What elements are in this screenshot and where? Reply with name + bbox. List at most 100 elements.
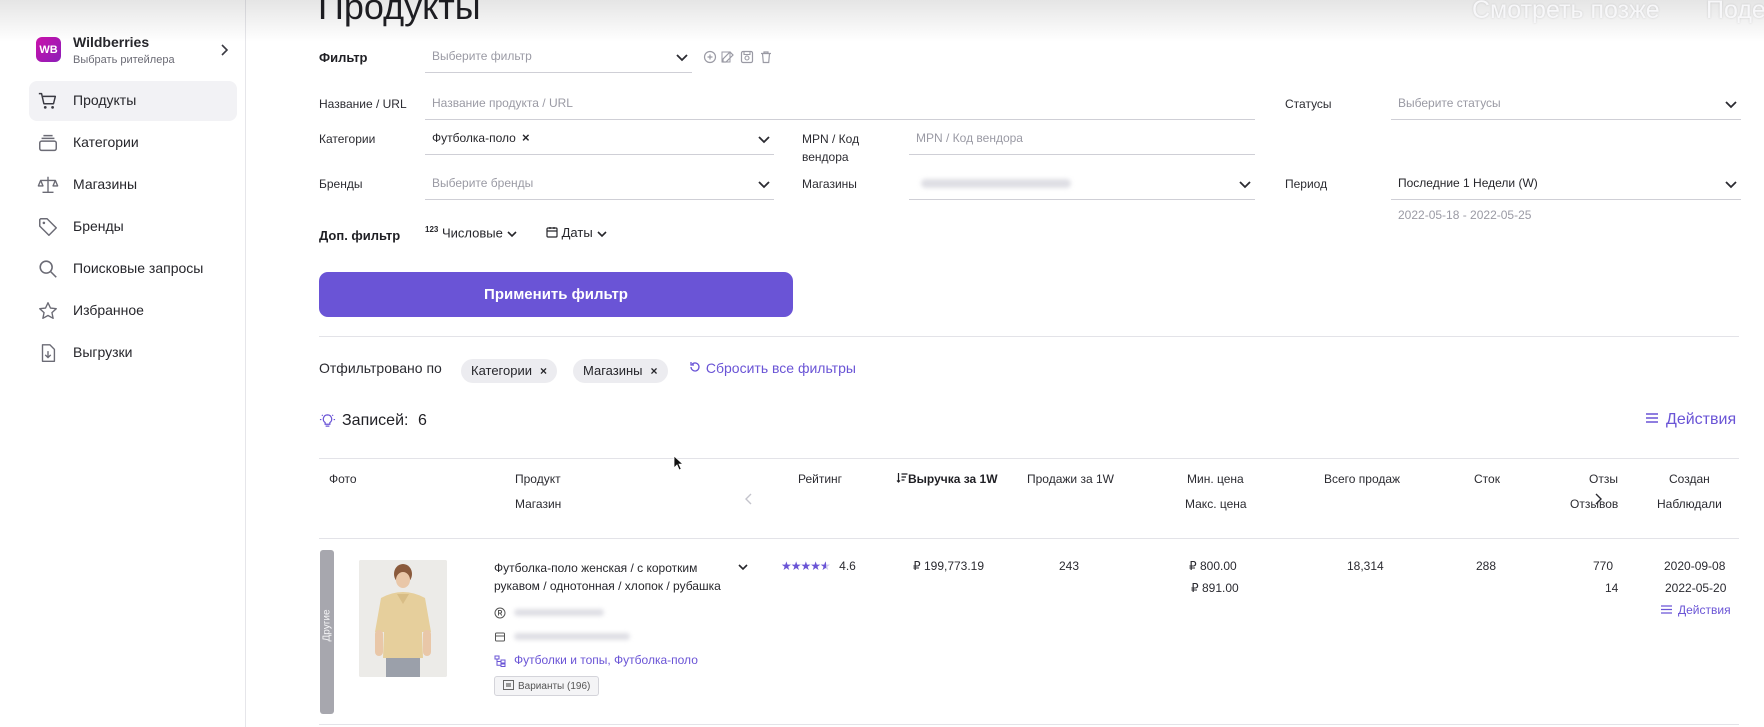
col-product[interactable]: Продукт	[515, 472, 561, 486]
statuses-select[interactable]: Выберите статусы	[1391, 90, 1741, 120]
categories-label: Категории	[319, 132, 376, 146]
edit-icon[interactable]	[721, 50, 735, 64]
sidebar-item-categories[interactable]: Категории	[29, 123, 237, 163]
numeric-filter-label: Числовые	[441, 225, 503, 241]
numeric-icon: 123	[425, 225, 439, 234]
col-total-sales[interactable]: Всего продаж	[1324, 472, 1400, 486]
numeric-filter-dropdown[interactable]: 123 Числовые	[425, 225, 518, 240]
col-reviews[interactable]: Отзы	[1589, 472, 1618, 486]
sidebar-item-shops[interactable]: Магазины	[29, 165, 237, 205]
filter-label: Фильтр	[319, 50, 368, 65]
applied-filter-chip[interactable]: Категории ×	[461, 359, 558, 383]
categories-select[interactable]: Футболка-поло ×	[425, 125, 774, 155]
product-photo-image	[359, 560, 447, 677]
col-min-price[interactable]: Мин. цена	[1187, 472, 1244, 486]
product-categories-link[interactable]: Футболки и топы, Футболка-поло	[514, 653, 698, 667]
apply-filter-button[interactable]: Применить фильтр	[319, 272, 793, 317]
sidebar-item-exports[interactable]: Выгрузки	[29, 333, 237, 373]
period-label: Период	[1285, 177, 1328, 191]
retailer-selector[interactable]: WB Wildberries Выбрать ритейлера	[36, 32, 232, 74]
col-max-price[interactable]: Макс. цена	[1185, 497, 1247, 511]
sidebar-item-label: Категории	[73, 134, 139, 150]
search-icon	[37, 258, 59, 280]
col-revenue[interactable]: Выручка за 1W	[896, 472, 998, 486]
col-photo: Фото	[329, 472, 357, 486]
period-select[interactable]: Последние 1 Недели (W)	[1391, 170, 1741, 200]
watch-later-button[interactable]: Смотреть позже	[1472, 0, 1660, 25]
statuses-placeholder: Выберите статусы	[1398, 96, 1501, 110]
cart-icon	[37, 90, 59, 112]
row-actions-button[interactable]: Действия	[1660, 603, 1731, 617]
dates-filter-dropdown[interactable]: Даты	[546, 225, 608, 240]
variants-icon	[503, 680, 514, 690]
filter-select[interactable]: Выберите фильтр	[425, 43, 692, 73]
lightbulb-icon	[319, 412, 336, 429]
row-side-tag: Другие	[320, 550, 334, 714]
chevron-down-icon	[756, 176, 772, 192]
mpn-label-line2: вендора	[802, 150, 849, 164]
mpn-input[interactable]: MPN / Код вендора	[909, 125, 1255, 155]
blurred-brand	[514, 609, 604, 616]
sidebar-item-brands[interactable]: Бренды	[29, 207, 237, 247]
remove-category-icon[interactable]: ×	[522, 130, 530, 145]
close-icon[interactable]: ×	[540, 364, 547, 378]
sidebar-item-favorites[interactable]: Избранное	[29, 291, 237, 331]
mouse-cursor-icon	[673, 455, 685, 471]
col-stock[interactable]: Сток	[1474, 472, 1500, 486]
calendar-icon	[546, 226, 558, 238]
product-name-line1: Футболка-поло женская / с коротким	[494, 561, 698, 575]
variants-button[interactable]: Варианты (196)	[494, 676, 600, 696]
trash-icon[interactable]	[759, 50, 773, 64]
scroll-left-icon[interactable]	[743, 492, 755, 506]
page-title: Продукты	[318, 0, 481, 27]
revenue-value: ₽ 199,773.19	[913, 559, 985, 573]
sidebar-item-search-queries[interactable]: Поисковые запросы	[29, 249, 237, 289]
name-url-input[interactable]: Название продукта / URL	[425, 90, 1255, 120]
col-created[interactable]: Создан	[1669, 472, 1710, 486]
reset-icon	[688, 360, 702, 374]
close-icon[interactable]: ×	[651, 364, 658, 378]
chevron-down-icon	[596, 228, 608, 240]
chevron-down-icon	[1723, 176, 1739, 192]
share-button[interactable]: Подел	[1706, 0, 1764, 25]
table-actions-button[interactable]: Действия	[1644, 411, 1736, 429]
col-sales[interactable]: Продажи за 1W	[1027, 472, 1114, 486]
save-icon[interactable]	[740, 50, 754, 64]
menu-icon	[1660, 604, 1673, 615]
sidebar-item-label: Выгрузки	[73, 344, 133, 360]
product-photo[interactable]	[359, 560, 447, 677]
statuses-label: Статусы	[1285, 97, 1332, 111]
records-count: 6	[418, 412, 427, 429]
expand-row-icon[interactable]	[737, 560, 749, 572]
sidebar-item-products[interactable]: Продукты	[29, 81, 237, 121]
max-price-value: ₽ 891.00	[1191, 581, 1239, 595]
sidebar-item-label: Поисковые запросы	[73, 260, 204, 276]
shops-select[interactable]	[909, 170, 1255, 200]
stack-icon	[37, 132, 59, 154]
stock-value: 288	[1476, 559, 1497, 573]
reviews-value: 770	[1593, 559, 1614, 573]
rating-stars-icon: ★★★★★ ★	[781, 559, 831, 573]
chevron-down-icon	[506, 228, 518, 240]
scroll-right-icon[interactable]	[1592, 492, 1604, 506]
scales-icon	[37, 174, 59, 196]
product-name[interactable]: Футболка-поло женская / с коротким рукав…	[494, 559, 721, 595]
col-shop[interactable]: Магазин	[515, 497, 561, 511]
reset-filters-link[interactable]: Сбросить все фильтры	[688, 360, 856, 376]
brands-placeholder: Выберите бренды	[432, 176, 534, 190]
add-circle-icon[interactable]	[703, 50, 717, 64]
applied-filter-chip[interactable]: Магазины ×	[573, 359, 668, 383]
chevron-down-icon	[674, 49, 690, 65]
brands-label: Бренды	[319, 177, 363, 191]
download-file-icon	[37, 342, 59, 364]
col-rating[interactable]: Рейтинг	[798, 472, 842, 486]
col-observed[interactable]: Наблюдали	[1657, 497, 1722, 511]
variants-label: Варианты (196)	[518, 681, 591, 692]
brands-select[interactable]: Выберите бренды	[425, 170, 774, 200]
chip-label: Магазины	[583, 363, 643, 378]
rating-cell: ★★★★★ ★ 4.6	[781, 559, 856, 573]
sidebar-item-label: Избранное	[73, 302, 144, 318]
table-header-border	[319, 538, 1739, 539]
period-selected-value: Последние 1 Недели (W)	[1398, 176, 1538, 190]
rating-value: 4.6	[839, 559, 856, 573]
